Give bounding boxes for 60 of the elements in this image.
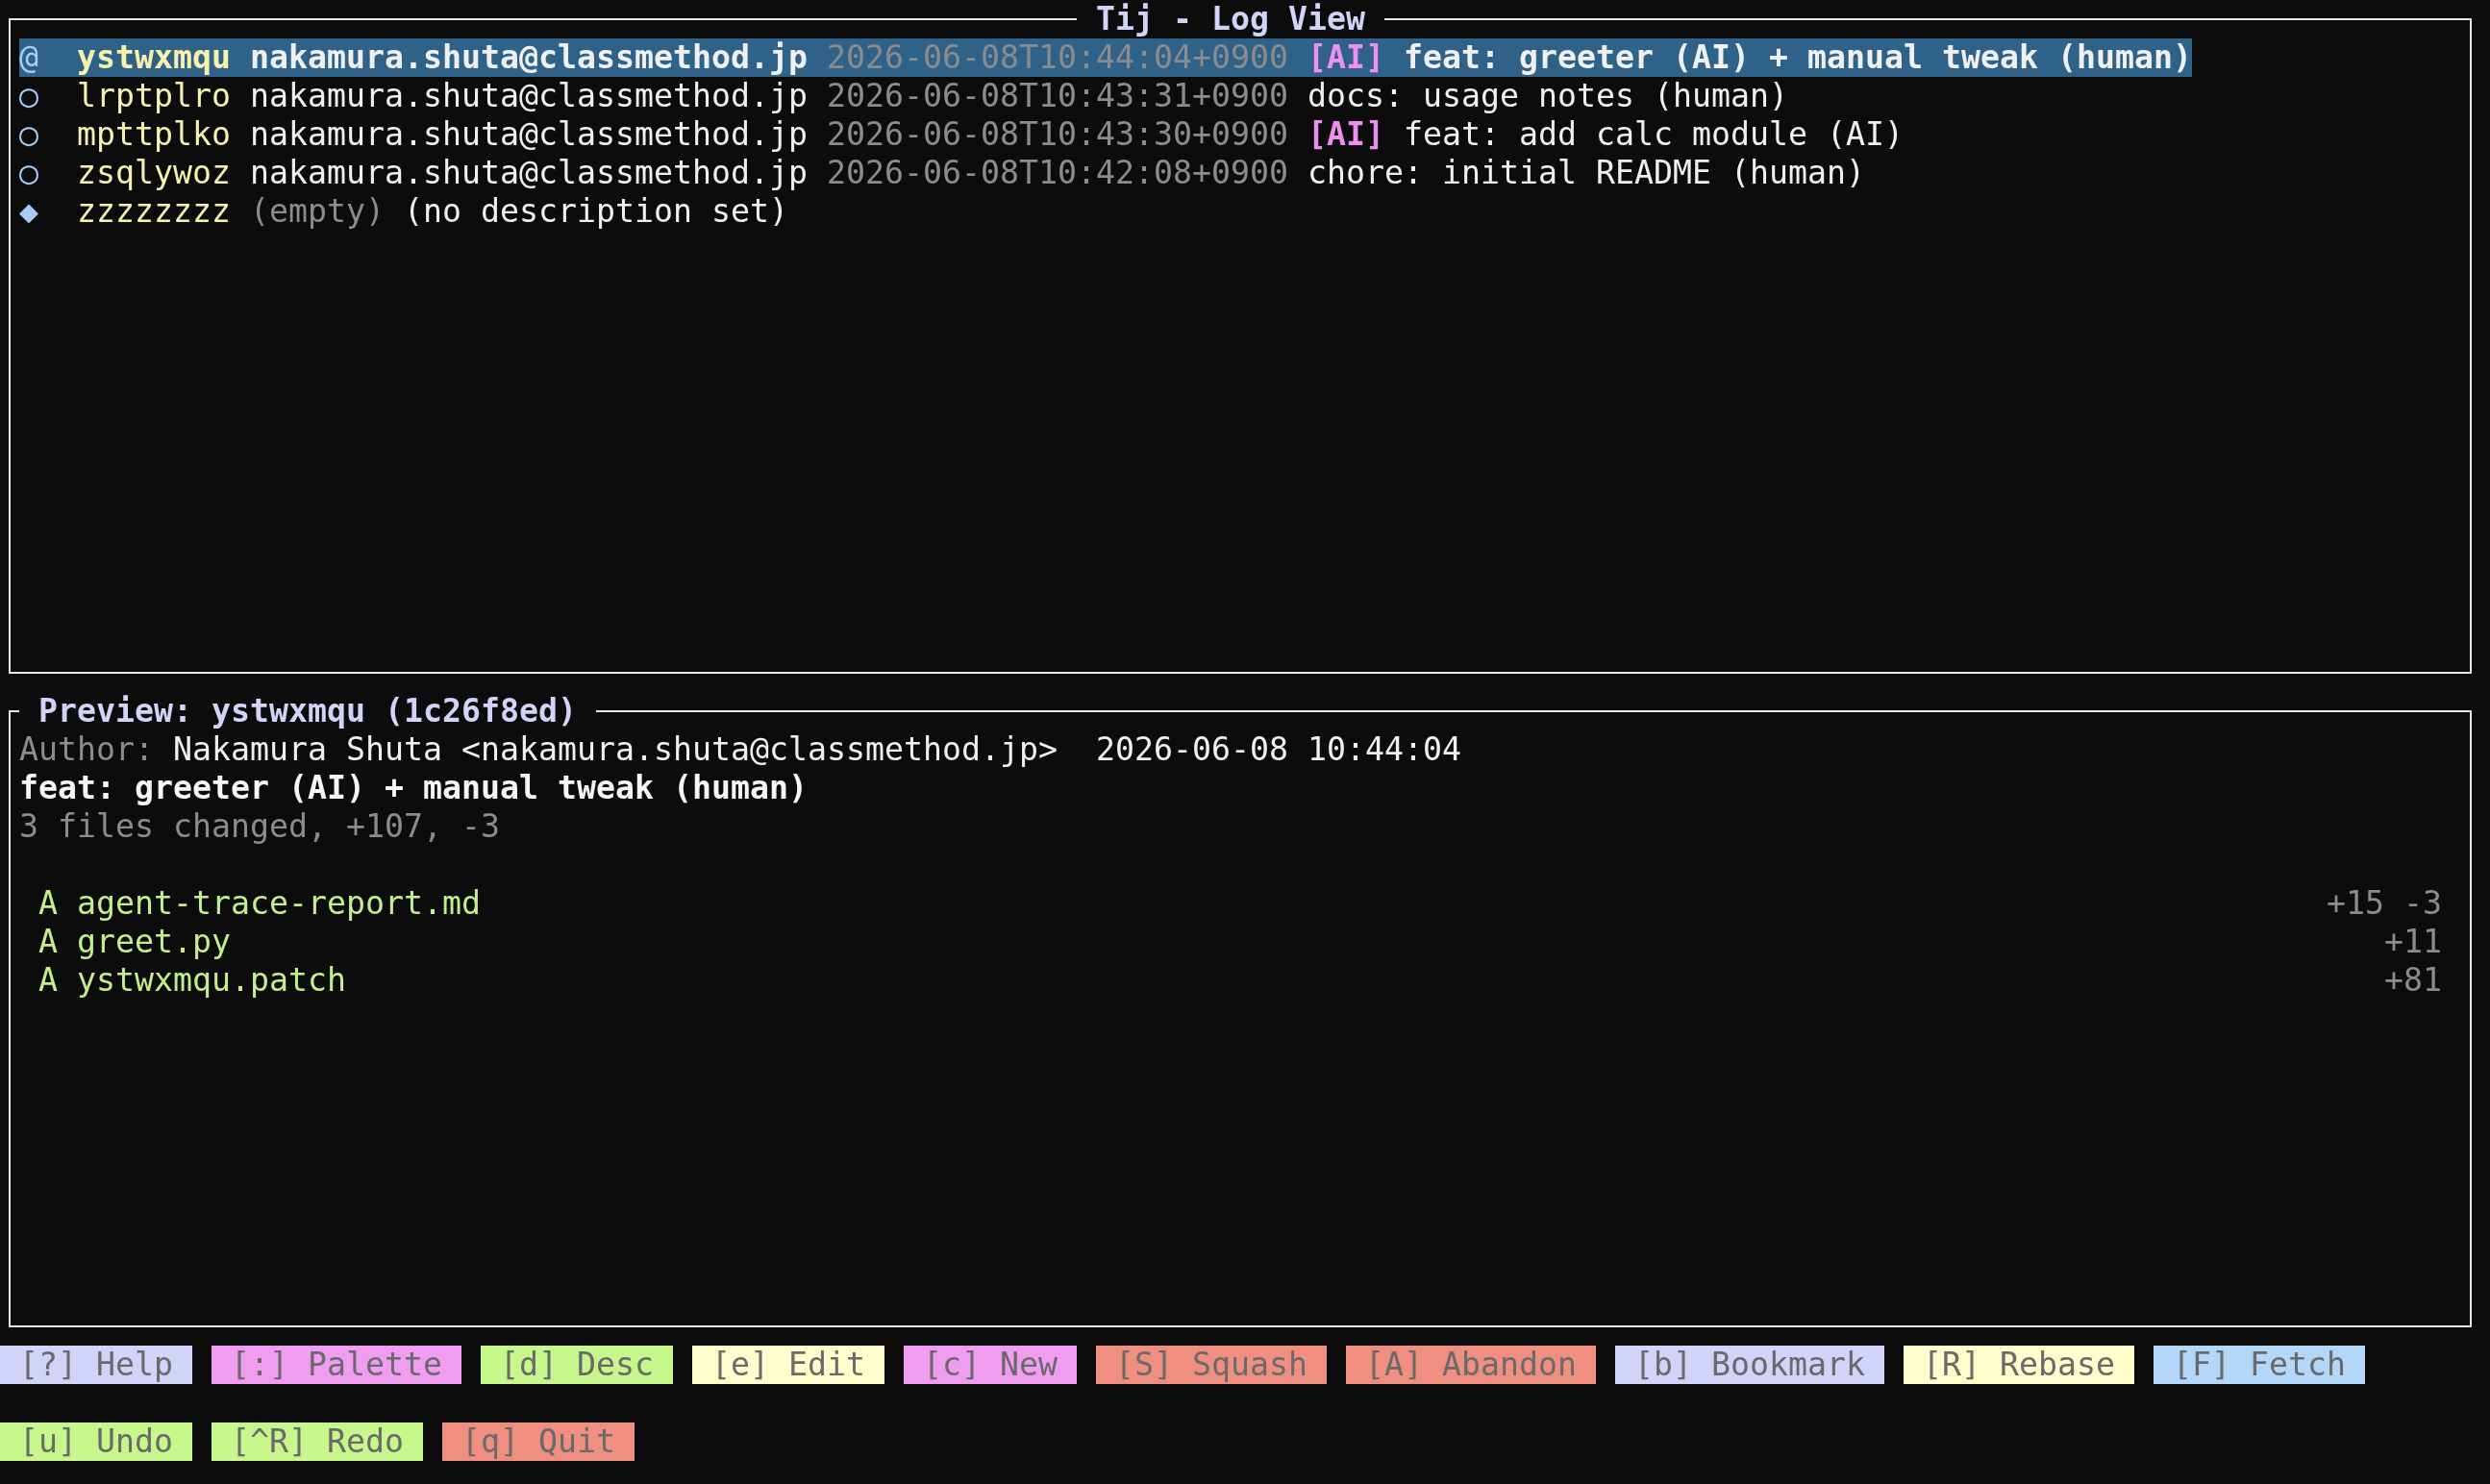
key-hint-button[interactable]: [u] Undo [0,1422,192,1461]
preview-title: Preview: ystwxmqu (1c26f8ed) [19,692,596,730]
author-email: nakamura.shuta@classmethod.jp [250,154,808,192]
key-hint-button[interactable]: [S] Squash [1096,1346,1327,1384]
window-title: Tij - Log View [1077,0,1384,38]
log-row[interactable]: ○ mpttplko nakamura.shuta@classmethod.jp 2026-06-08T10:43:30+0900 [AI] feat: add calc module (AI) [19,115,1904,154]
commit-description: feat: greeter (AI) + manual tweak (human) [1404,38,2192,77]
file-path: ystwxmqu.patch [77,961,346,1000]
file-stats: +15 -3 [2327,884,2442,923]
key-hint-button[interactable]: [^R] Redo [212,1422,423,1461]
ai-tag: [AI] [1307,115,1384,154]
key-hint-button[interactable]: [e] Edit [692,1346,884,1384]
commit-timestamp: 2026-06-08T10:43:31+0900 [827,77,1288,115]
commit-description: docs: usage notes (human) [1307,77,1788,115]
key-hint-button[interactable]: [F] Fetch [2154,1346,2365,1384]
change-id: zzzzzzzz [77,192,231,231]
key-hint-button[interactable]: [q] Quit [442,1422,635,1461]
graph-node-glyph: @ [19,38,39,77]
graph-node-glyph: ○ [19,154,39,192]
change-id: lrptplro [77,77,231,115]
key-hint-button[interactable]: [b] Bookmark [1615,1346,1884,1384]
author-label: Author: [19,730,154,769]
commit-date: 2026-06-08 10:44:04 [1096,730,1461,769]
key-hint-button[interactable]: [c] New [904,1346,1077,1384]
key-hint-button[interactable]: [?] Help [0,1346,192,1384]
key-hint-button[interactable]: [:] Palette [212,1346,461,1384]
commit-description: feat: add calc module (AI) [1404,115,1904,154]
author-email: nakamura.shuta@classmethod.jp [250,38,808,77]
file-stats: +81 [2384,961,2442,1000]
file-path: agent-trace-report.md [77,884,481,923]
file-status: A [38,961,58,1000]
change-summary: 3 files changed, +107, -3 [19,807,500,846]
author-name: Nakamura Shuta <nakamura.shuta@classmethod.jp> [173,730,1058,769]
log-row[interactable]: ○ lrptplro nakamura.shuta@classmethod.jp 2026-06-08T10:43:31+0900 docs: usage notes (human) [19,77,1788,115]
change-id: mpttplko [77,115,231,154]
empty-status: (empty) [250,192,385,231]
log-row[interactable]: ◆ zzzzzzzz (empty) (no description set) [19,192,788,231]
change-id: ystwxmqu [77,38,231,77]
graph-node-glyph: ◆ [19,192,39,231]
file-status: A [38,884,58,923]
key-hint-button[interactable]: [d] Desc [481,1346,673,1384]
change-id: zsqlywoz [77,154,231,192]
graph-node-glyph: ○ [19,77,39,115]
ai-tag: [AI] [1307,38,1384,77]
key-hint-button[interactable]: [A] Abandon [1346,1346,1596,1384]
author-email: nakamura.shuta@classmethod.jp [250,115,808,154]
author-email: nakamura.shuta@classmethod.jp [250,77,808,115]
file-status: A [38,923,58,961]
key-hint-button[interactable]: [R] Rebase [1904,1346,2134,1384]
commit-timestamp: 2026-06-08T10:44:04+0900 [827,38,1288,77]
commit-description: feat: greeter (AI) + manual tweak (human) [19,769,808,807]
graph-node-glyph: ○ [19,115,39,154]
commit-description: (no description set) [404,192,788,231]
commit-timestamp: 2026-06-08T10:42:08+0900 [827,154,1288,192]
file-stats: +11 [2384,923,2442,961]
log-row[interactable]: @ ystwxmqu nakamura.shuta@classmethod.jp 2026-06-08T10:44:04+0900 [AI] feat: greeter (AI) + manual tweak (human) [19,38,2192,77]
file-path: greet.py [77,923,231,961]
commit-description: chore: initial README (human) [1307,154,1865,192]
commit-timestamp: 2026-06-08T10:43:30+0900 [827,115,1288,154]
log-row[interactable]: ○ zsqlywoz nakamura.shuta@classmethod.jp 2026-06-08T10:42:08+0900 chore: initial README (human) [19,154,1865,192]
